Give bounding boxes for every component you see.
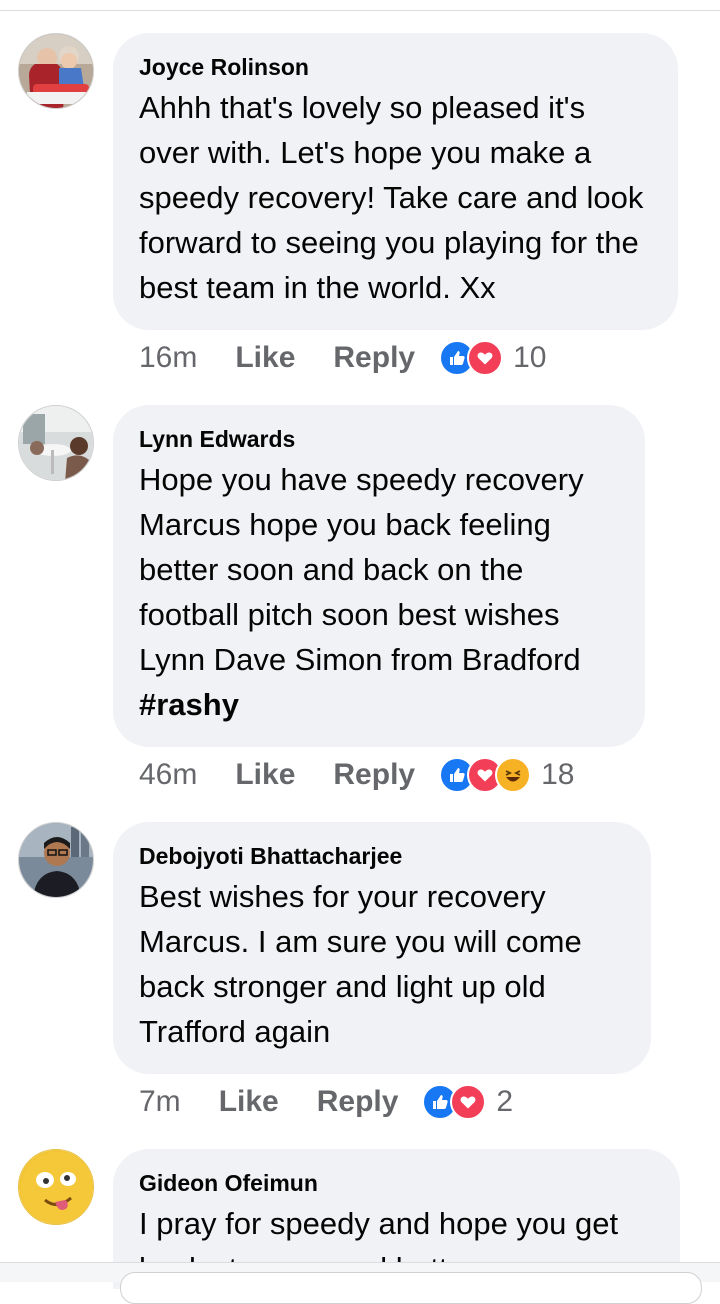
- comment-actions: 46m Like Reply 18: [139, 755, 574, 795]
- like-button[interactable]: Like: [235, 341, 295, 375]
- love-reaction-icon: [467, 340, 504, 376]
- comment-text: Ahhh that's lovely so pleased it's over …: [139, 90, 644, 305]
- write-comment-input[interactable]: [120, 1272, 702, 1304]
- love-reaction-icon: [450, 1084, 487, 1120]
- like-button[interactable]: Like: [219, 1085, 279, 1119]
- avatar[interactable]: [18, 405, 94, 481]
- reply-button[interactable]: Reply: [333, 758, 415, 792]
- haha-reaction-icon: [495, 757, 532, 793]
- comment-timestamp[interactable]: 16m: [139, 341, 197, 375]
- avatar-photo-icon: [19, 406, 93, 480]
- comment-bubble: Joyce Rolinson Ahhh that's lovely so ple…: [113, 33, 678, 330]
- comment-text: Best wishes for your recovery Marcus. I …: [139, 879, 582, 1049]
- avatar-photo-icon: [19, 34, 93, 108]
- avatar[interactable]: [18, 33, 94, 109]
- avatar[interactable]: [18, 822, 94, 898]
- comment-bubble: Lynn Edwards Hope you have speedy recove…: [113, 405, 645, 747]
- reaction-summary[interactable]: [439, 757, 532, 793]
- top-divider: [0, 10, 720, 11]
- comment-author[interactable]: Joyce Rolinson: [139, 53, 652, 81]
- comment-actions: 7m Like Reply 2: [139, 1082, 513, 1122]
- comment-text-block: Hope you have speedy recovery Marcus hop…: [139, 457, 619, 727]
- reaction-summary[interactable]: [422, 1084, 487, 1120]
- comment-author[interactable]: Debojyoti Bhattacharjee: [139, 842, 625, 870]
- comment-bubble: Debojyoti Bhattacharjee Best wishes for …: [113, 822, 651, 1074]
- reply-button[interactable]: Reply: [317, 1085, 399, 1119]
- comment-author[interactable]: Lynn Edwards: [139, 425, 619, 453]
- reaction-count[interactable]: 2: [496, 1085, 513, 1119]
- zany-emoji-avatar-icon: [19, 1150, 93, 1224]
- comment-timestamp[interactable]: 7m: [139, 1085, 181, 1119]
- comment-timestamp[interactable]: 46m: [139, 758, 197, 792]
- comment-text: Hope you have speedy recovery Marcus hop…: [139, 462, 584, 677]
- comment-author[interactable]: Gideon Ofeimun: [139, 1169, 654, 1197]
- avatar-photo-icon: [19, 823, 93, 897]
- reaction-count[interactable]: 10: [513, 341, 546, 375]
- like-button[interactable]: Like: [235, 758, 295, 792]
- reaction-summary[interactable]: [439, 340, 504, 376]
- hashtag-link[interactable]: #rashy: [139, 687, 239, 722]
- comment-actions: 16m Like Reply 10: [139, 338, 546, 378]
- reaction-count[interactable]: 18: [541, 758, 574, 792]
- avatar[interactable]: [18, 1149, 94, 1225]
- reply-button[interactable]: Reply: [333, 341, 415, 375]
